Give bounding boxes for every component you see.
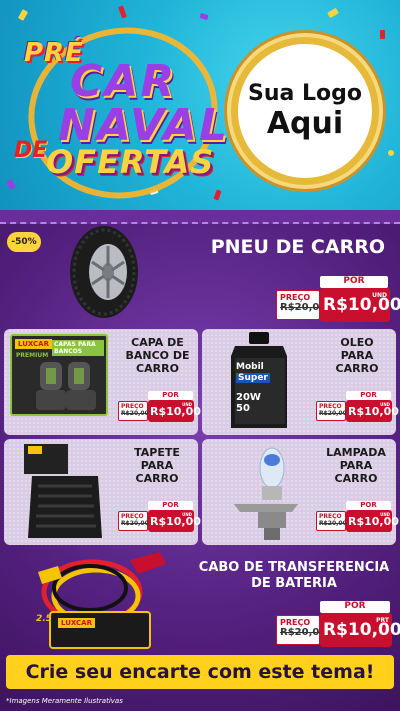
product-name: PNEU DE CARRO <box>210 236 385 258</box>
por-label: POR <box>320 276 388 288</box>
tire-image <box>70 226 138 318</box>
por-label: POR <box>346 391 391 400</box>
disclaimer-text: *Imagens Meramente Ilustrativas <box>6 697 123 705</box>
product-name: TAPETE PARA CARRO <box>134 446 180 486</box>
unit-label: UND <box>380 402 390 407</box>
bottle-spec: 20W 50 <box>236 392 261 414</box>
new-price: R$10,00 <box>150 404 201 418</box>
header-banner: PRÉ CAR NAVAL DE OFERTAS Sua Logo Aqui <box>0 0 400 210</box>
new-price-box: R$10,00 UND <box>346 510 399 532</box>
bottle-brand: Mobil <box>236 362 264 372</box>
package-sub: PREMIUM <box>16 352 49 359</box>
logo-placeholder: Sua Logo Aqui <box>231 37 379 185</box>
new-price-box: R$10,00 UND <box>148 510 201 532</box>
por-label: POR <box>148 501 193 510</box>
event-title: PRÉ CAR NAVAL DE OFERTAS <box>8 10 234 210</box>
car-mat-image <box>24 444 102 538</box>
old-price: R$20,00 <box>121 410 149 417</box>
lamp-bulb-image <box>234 447 298 540</box>
discount-badge: -50% <box>7 232 41 252</box>
unit-label: UND <box>182 402 192 407</box>
old-price-box: PREÇO R$20,00 <box>118 401 149 421</box>
old-price-box: PREÇO R$20,00 <box>316 511 347 531</box>
package-text: CAPAS PARA BANCOS <box>52 340 104 356</box>
por-label: POR <box>346 501 391 510</box>
new-price: R$10,00 <box>323 295 400 315</box>
cta-banner[interactable]: Crie seu encarte com este tema! <box>6 655 394 689</box>
old-price-box: PREÇO R$20,00 <box>316 401 347 421</box>
old-price-box: PREÇO R$20,00 <box>276 290 327 320</box>
jumper-cable-image <box>38 552 166 649</box>
old-price: R$20,00 <box>280 627 327 638</box>
title-de: DE <box>14 138 48 163</box>
unit-label: PRT <box>376 617 389 624</box>
flyer-page: PRÉ CAR NAVAL DE OFERTAS Sua Logo Aqui -… <box>0 0 400 711</box>
price-label: PREÇO <box>319 403 342 410</box>
unit-label: UND <box>182 512 192 517</box>
unit-label: UND <box>380 512 390 517</box>
new-price: R$10,00 <box>348 404 399 418</box>
por-label: POR <box>320 601 390 613</box>
package-brand: LUXCAR <box>58 618 95 628</box>
confetti <box>327 7 339 19</box>
product-name: CABO DE TRANSFERENCIA DE BATERIA <box>198 560 390 591</box>
confetti <box>380 30 385 39</box>
logo-line2: Aqui <box>266 105 344 141</box>
old-price: R$20,00 <box>121 520 149 527</box>
confetti <box>118 5 127 19</box>
seat-cover-package: LUXCAR CAPAS PARA BANCOS PREMIUM <box>10 334 108 416</box>
new-price: R$10,00 <box>150 514 201 528</box>
old-price: R$20,00 <box>319 520 347 527</box>
sparkle-border <box>0 210 400 224</box>
unit-label: UND <box>372 292 387 299</box>
seat-icon <box>36 362 96 410</box>
product-name: OLEO PARA CARRO <box>335 336 379 376</box>
title-ofertas: OFERTAS <box>46 143 215 181</box>
new-price-box: R$10,00 PRT <box>320 613 400 647</box>
price-label: PREÇO <box>121 513 144 520</box>
package-size: 2.5 <box>36 614 52 624</box>
bottle-sub: Super <box>236 373 270 383</box>
logo-line1: Sua Logo <box>247 81 362 107</box>
price-label: PREÇO <box>121 403 144 410</box>
price-label: PREÇO <box>280 618 311 627</box>
product-name: LAMPADA PARA CARRO <box>326 446 386 486</box>
old-price-box: PREÇO R$20,00 <box>118 511 149 531</box>
confetti <box>388 150 394 156</box>
new-price-box: R$10,00 UND <box>346 400 399 422</box>
package-brand: LUXCAR <box>15 339 52 349</box>
price-label: PREÇO <box>319 513 342 520</box>
product-name: CAPA DE BANCO DE CARRO <box>125 336 190 376</box>
price-label: PREÇO <box>280 293 311 302</box>
new-price-box: R$10,00 UND <box>320 288 400 322</box>
old-price: R$20,00 <box>280 302 327 313</box>
old-price-box: PREÇO R$20,00 <box>276 615 327 645</box>
new-price-box: R$10,00 UND <box>148 400 201 422</box>
por-label: POR <box>148 391 193 400</box>
new-price: R$10,00 <box>348 514 399 528</box>
old-price: R$20,00 <box>319 410 347 417</box>
